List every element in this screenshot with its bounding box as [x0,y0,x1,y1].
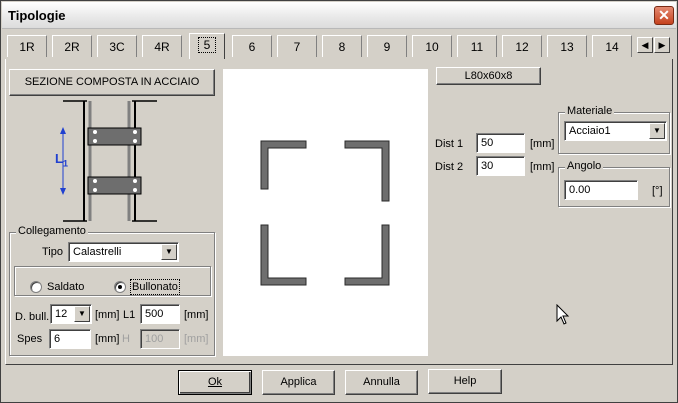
h-label: H [122,333,130,345]
radio-bullonato-label: Bullonato [130,279,180,295]
dist2-label: Dist 2 [435,161,464,173]
help-button[interactable]: Help [428,369,502,394]
materiale-title: Materiale [565,105,615,117]
dbull-label: D. bull. [15,311,50,323]
tipo-select[interactable]: Calastrelli ▼ [68,242,179,262]
window-title: Tipologie [8,8,66,23]
radio-saldato[interactable] [30,281,42,293]
tab-8[interactable]: 8 [322,35,362,57]
chevron-down-icon: ▼ [649,123,665,139]
tab-scroll-right-button[interactable]: ▶ [654,37,670,53]
mouse-cursor-icon [556,304,570,325]
tab-3c[interactable]: 3C [97,35,137,57]
dist1-label: Dist 1 [435,138,464,150]
tab-2r[interactable]: 2R [52,35,92,57]
arrow-right-icon: ▶ [658,40,666,50]
chevron-down-icon: ▼ [74,306,90,322]
spes-unit: [mm] [95,333,120,345]
h-unit: [mm] [184,333,209,345]
dbull-unit: [mm] [95,309,120,321]
angle-top-right [344,140,390,202]
l1-unit: [mm] [184,309,209,321]
chevron-down-icon: ▼ [161,244,177,260]
tab-14[interactable]: 14 [592,35,632,57]
tab-11[interactable]: 11 [457,35,497,57]
dist2-unit: [mm] [530,161,555,173]
l1-label: L1 [123,309,136,321]
dist1-unit: [mm] [530,138,555,150]
section-drawing-canvas [223,69,428,356]
spes-input[interactable]: 6 [49,329,91,349]
tab-10[interactable]: 10 [412,35,452,57]
dbull-select[interactable]: 12 ▼ [50,304,92,324]
spes-label: Spes [17,333,43,345]
ok-button[interactable]: Ok [178,370,252,395]
tab-strip: 1R 2R 3C 4R 5 6 7 8 9 10 11 12 13 14 ◀ ▶ [5,33,675,59]
profile-button[interactable]: L80x60x8 [436,67,541,85]
section-type-button[interactable]: SEZIONE COMPOSTA IN ACCIAIO [9,69,215,96]
title-bar: Tipologie ✕ [2,2,676,29]
close-button[interactable]: ✕ [654,6,674,25]
h-input: 100 [140,329,180,349]
annulla-button[interactable]: Annulla [345,370,418,395]
materiale-select[interactable]: Acciaio1 ▼ [564,121,667,141]
radio-saldato-label: Saldato [47,281,85,293]
connection-type-group [14,266,211,296]
close-icon: ✕ [658,7,670,23]
l1-input[interactable]: 500 [140,304,180,324]
tab-5[interactable]: 5 [189,33,225,59]
battens-schematic [60,100,157,222]
dist1-input[interactable]: 50 [476,133,525,153]
angle-bottom-left [260,224,307,286]
angle-bottom-right [344,224,390,286]
tab-7[interactable]: 7 [277,35,317,57]
radio-bullonato[interactable] [114,281,126,293]
tab-6[interactable]: 6 [232,35,272,57]
applica-button[interactable]: Applica [262,370,335,395]
angolo-unit: [°] [652,185,663,197]
angle-top-left [260,140,307,190]
tab-12[interactable]: 12 [502,35,542,57]
tipo-label: Tipo [42,246,63,258]
angolo-title: Angolo [565,160,604,172]
dialog-window: Tipologie ✕ 1R 2R 3C 4R 5 6 7 8 9 10 11 … [0,0,678,403]
angolo-input[interactable]: 0.00 [564,180,638,200]
tab-13[interactable]: 13 [547,35,587,57]
tab-scroll-left-button[interactable]: ◀ [637,37,653,53]
section-drawing [260,140,390,286]
collegamento-title: Collegamento [16,225,88,237]
tab-4r[interactable]: 4R [142,35,182,57]
l1-dimension-label: L1 [55,151,68,169]
arrow-left-icon: ◀ [641,40,649,50]
tab-9[interactable]: 9 [367,35,407,57]
tab-1r[interactable]: 1R [7,35,47,57]
dist2-input[interactable]: 30 [476,156,525,176]
